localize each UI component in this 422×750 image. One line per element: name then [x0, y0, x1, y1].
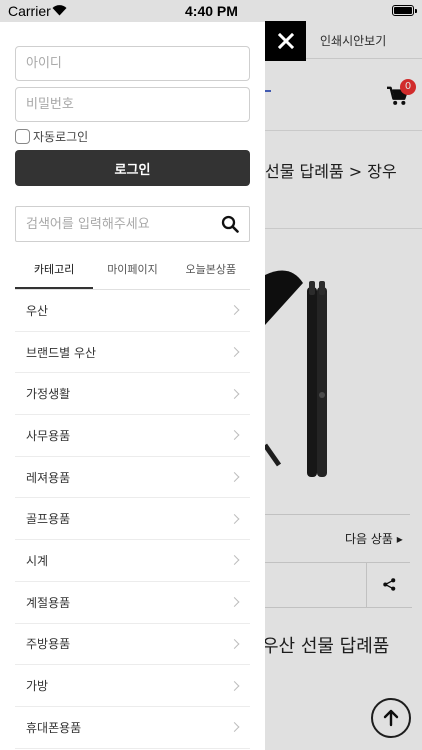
- category-item-seasonal[interactable]: 계절용품: [15, 582, 250, 624]
- category-label: 시계: [26, 553, 49, 568]
- category-list: 우산 브랜드별 우산 가정생활 사무용품 레져용품 골프용품 시계 계절용품 주…: [15, 290, 250, 749]
- search-icon[interactable]: [221, 215, 239, 233]
- category-item-umbrella[interactable]: 우산: [15, 290, 250, 332]
- clock: 4:40 PM: [185, 3, 238, 19]
- tab-mypage[interactable]: 마이페이지: [93, 256, 171, 289]
- category-label: 사무용품: [26, 428, 71, 443]
- chevron-right-icon: [229, 513, 240, 524]
- category-item-kitchen[interactable]: 주방용품: [15, 624, 250, 666]
- chevron-right-icon: [229, 347, 240, 357]
- battery-icon: [392, 5, 414, 16]
- category-item-golf[interactable]: 골프용품: [15, 498, 250, 541]
- chevron-right-icon: [229, 638, 240, 649]
- category-item-leisure[interactable]: 레져용품: [15, 457, 250, 499]
- close-drawer-button[interactable]: [265, 21, 306, 61]
- chevron-right-icon: [229, 680, 240, 691]
- chevron-right-icon: [229, 722, 240, 733]
- auto-login-label: 자동로그인: [33, 130, 89, 144]
- category-label: 우산: [26, 303, 49, 318]
- category-label: 레져용품: [26, 470, 71, 485]
- chevron-right-icon: [229, 472, 240, 483]
- wifi-icon: [52, 5, 67, 16]
- battery-tip: [415, 9, 417, 13]
- search-input[interactable]: [16, 207, 211, 241]
- category-item-bag[interactable]: 가방: [15, 665, 250, 707]
- category-label: 가정생활: [26, 387, 71, 402]
- chevron-right-icon: [229, 388, 240, 399]
- side-drawer: 자동로그인 로그인 카테고리 마이페이지 오늘본상품 우산 브랜드별 우산 가정…: [0, 22, 265, 750]
- chevron-right-icon: [229, 597, 240, 608]
- password-input[interactable]: [15, 87, 250, 122]
- login-button[interactable]: 로그인: [15, 150, 250, 186]
- close-icon: [277, 33, 294, 49]
- chevron-right-icon: [229, 305, 240, 316]
- category-item-phone-accessories[interactable]: 휴대폰용품: [15, 707, 250, 749]
- category-label: 계절용품: [26, 595, 71, 610]
- category-label: 휴대폰용품: [26, 720, 82, 735]
- auto-login-checkbox[interactable]: [15, 129, 30, 144]
- category-item-brand-umbrella[interactable]: 브랜드별 우산: [15, 332, 250, 374]
- category-item-office[interactable]: 사무용품: [15, 415, 250, 457]
- carrier-label: Carrier: [8, 3, 51, 19]
- drawer-tabs: 카테고리 마이페이지 오늘본상품: [15, 256, 250, 290]
- id-input[interactable]: [15, 46, 250, 81]
- category-label: 골프용품: [26, 512, 71, 527]
- category-item-watch[interactable]: 시계: [15, 540, 250, 582]
- category-item-household[interactable]: 가정생활: [15, 373, 250, 416]
- category-label: 주방용품: [26, 637, 71, 652]
- search-box: [15, 206, 250, 242]
- chevron-right-icon: [229, 555, 240, 566]
- tab-recently-viewed[interactable]: 오늘본상품: [172, 256, 250, 289]
- tab-category[interactable]: 카테고리: [15, 256, 94, 289]
- auto-login-option[interactable]: 자동로그인: [15, 128, 88, 145]
- chevron-right-icon: [229, 430, 240, 441]
- status-bar: Carrier 4:40 PM: [0, 0, 422, 22]
- category-label: 브랜드별 우산: [26, 345, 97, 360]
- category-label: 가방: [26, 679, 49, 694]
